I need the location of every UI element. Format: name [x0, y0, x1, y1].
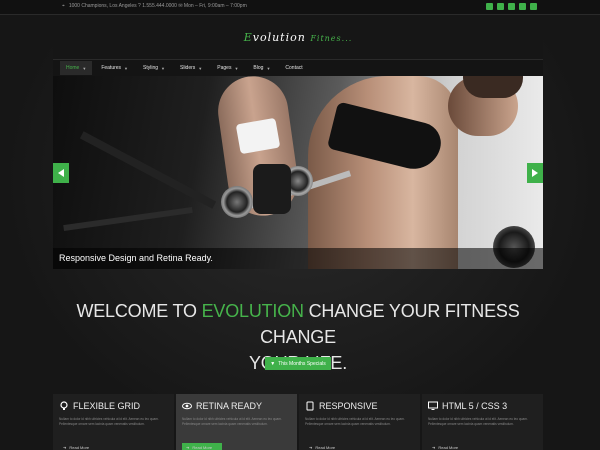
contact-info-text: 1000 Champions, Los Angeles ? 1.555.444.… [68, 3, 247, 9]
feature-text: Nullam to dolor id nibh ultricies vehicu… [182, 417, 282, 426]
chevron-down-icon: ▼ [82, 65, 87, 71]
feature-title: RESPONSIVE [319, 401, 378, 411]
chevron-down-icon: ▼ [198, 65, 203, 71]
social-icons [486, 3, 537, 10]
read-more-link[interactable]: ➜ Read More [63, 445, 89, 450]
feature-flexible-grid[interactable]: FLEXIBLE GRID Nullam to dolor id nibh ul… [53, 394, 174, 450]
chevron-down-icon: ▼ [234, 65, 239, 71]
specials-button-label: This Months Specials [278, 360, 326, 367]
read-more-label: Read More [438, 445, 459, 450]
chevron-down-icon: ▼ [161, 65, 165, 71]
nav-item-contact[interactable]: Contact [279, 61, 308, 75]
tablet-icon [306, 401, 314, 411]
feature-title: RETINA READY [196, 401, 263, 411]
logo-initial: E [243, 31, 253, 44]
nav-item-pages[interactable]: Pages ▼ [211, 61, 244, 75]
arrow-right-icon: ➜ [309, 445, 313, 450]
hero-athlete-body [308, 76, 458, 269]
hero-glove [253, 164, 291, 214]
hero-bench [79, 131, 217, 209]
read-more-link[interactable]: ➜ Read More [432, 445, 458, 450]
lightbulb-icon [60, 401, 68, 410]
nav-item-sliders[interactable]: Sliders ▼ [174, 61, 208, 75]
feature-text: Nullam to dolor id nibh ultricies vehicu… [305, 417, 405, 426]
hero-dumbbell-plate [221, 186, 253, 218]
logo-name: volution [252, 31, 306, 44]
location-pin-icon: ⌖ [62, 3, 65, 9]
slider-next-button[interactable] [527, 163, 543, 183]
arrow-right-icon [532, 169, 538, 177]
hero-athlete-hair [463, 76, 523, 98]
hero-bench-base [63, 206, 193, 232]
facebook-icon[interactable] [486, 3, 493, 10]
hero-slider: Responsive Design and Retina Ready. [53, 76, 543, 269]
feature-text: Nullam to dolor id nibh ultricies vehicu… [59, 417, 159, 426]
nav-label: Styling [143, 65, 159, 71]
site-logo[interactable]: Evolution Fitnes... [53, 31, 543, 44]
nav-item-features[interactable]: Features ▼ [95, 61, 134, 75]
contact-info: ⌖ 1000 Champions, Los Angeles ? 1.555.44… [62, 3, 247, 9]
chevron-down-icon: ▼ [270, 360, 276, 367]
slider-prev-button[interactable] [53, 163, 69, 183]
feature-responsive[interactable]: RESPONSIVE Nullam to dolor id nibh ultri… [299, 394, 420, 450]
nav-item-blog[interactable]: Blog ▼ [247, 61, 276, 75]
read-more-label: Read More [192, 445, 213, 450]
feature-title: FLEXIBLE GRID [73, 401, 141, 411]
nav-item-styling[interactable]: Styling ▼ [137, 61, 171, 75]
welcome-text-a: WELCOME TO [76, 301, 202, 321]
nav-label: Sliders [180, 65, 196, 71]
chevron-down-icon: ▼ [266, 65, 271, 71]
twitter-icon[interactable] [497, 3, 504, 10]
read-more-label: Read More [69, 445, 90, 450]
nav-item-home[interactable]: Home ▼ [60, 61, 93, 75]
slide-caption: Responsive Design and Retina Ready. [53, 248, 543, 269]
youtube-icon[interactable] [519, 3, 526, 10]
monitor-icon [428, 401, 438, 410]
nav-label: Contact [285, 65, 303, 71]
feature-retina-ready[interactable]: RETINA READY Nullam to dolor id nibh ult… [176, 394, 297, 450]
read-more-link[interactable]: ➜ Read More [186, 445, 212, 450]
nav-label: Home [66, 65, 80, 71]
arrow-left-icon [58, 169, 64, 177]
feature-html5-css3[interactable]: HTML 5 / CSS 3 Nullam to dolor id nibh u… [422, 394, 543, 450]
arrow-right-icon: ➜ [432, 445, 436, 450]
main-navigation: Home ▼ Features ▼ Styling ▼ Sliders ▼ Pages ▼… [53, 59, 543, 76]
slide-caption-text: Responsive Design and Retina Ready. [59, 253, 213, 263]
arrow-right-icon: ➜ [63, 445, 67, 450]
google-plus-icon[interactable] [508, 3, 515, 10]
welcome-highlight: EVOLUTION [201, 301, 304, 321]
chevron-down-icon: ▼ [124, 65, 129, 71]
email-icon[interactable] [530, 3, 537, 10]
nav-label: Features [101, 65, 122, 71]
feature-boxes: FLEXIBLE GRID Nullam to dolor id nibh ul… [53, 394, 543, 450]
specials-button[interactable]: ▼ This Months Specials [265, 357, 331, 370]
site-header: Evolution Fitnes... [53, 15, 543, 60]
arrow-right-icon: ➜ [186, 445, 190, 450]
read-more-label: Read More [315, 445, 336, 450]
nav-label: Pages [217, 65, 232, 71]
feature-text: Nullam to dolor id nibh ultricies vehicu… [428, 417, 528, 426]
feature-title: HTML 5 / CSS 3 [442, 401, 508, 411]
logo-subtitle: Fitnes... [310, 34, 353, 43]
top-info-bar: ⌖ 1000 Champions, Los Angeles ? 1.555.44… [0, 0, 600, 15]
eye-icon [182, 402, 192, 410]
read-more-link[interactable]: ➜ Read More [309, 445, 335, 450]
nav-label: Blog [253, 65, 264, 71]
